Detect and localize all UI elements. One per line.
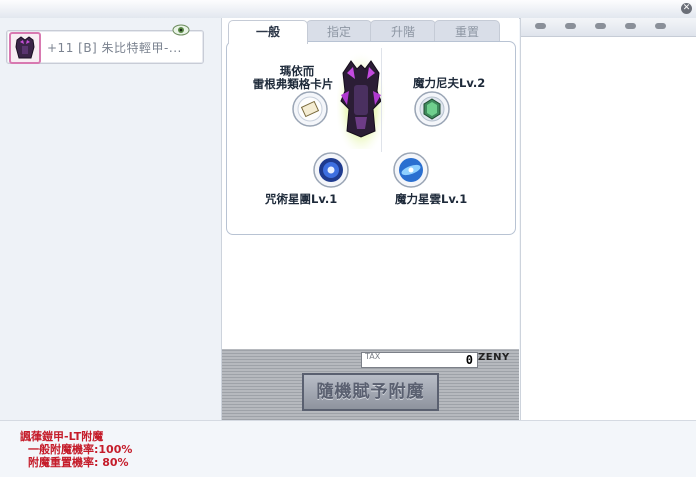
card-icon	[292, 91, 328, 127]
view-eye-icon[interactable]	[172, 22, 190, 36]
armor-divider	[381, 48, 382, 152]
slot3-orb[interactable]	[313, 152, 349, 188]
slot2-label: 魔力尼夫Lv.2	[413, 76, 486, 90]
slot3-label: 咒術星團Lv.1	[265, 192, 338, 206]
slot-indicator	[595, 23, 606, 29]
slot-indicator	[625, 23, 636, 29]
blue-nebula-orb-icon	[393, 152, 429, 188]
armor-thumbnail-icon	[9, 32, 41, 64]
green-gem-orb-icon	[414, 91, 450, 127]
random-enchant-button[interactable]: 隨機賦予附魔	[302, 373, 439, 411]
card-slot-orb[interactable]	[292, 91, 328, 127]
close-icon[interactable]: ✕	[681, 3, 692, 14]
result-panel-header	[521, 18, 696, 37]
tax-field: TAX 0	[361, 352, 478, 368]
slot2-orb[interactable]	[414, 91, 450, 127]
item-name-label: +11 [B] 朱比特輕甲-...	[47, 41, 182, 55]
selected-item-card[interactable]: +11 [B] 朱比特輕甲-...	[6, 24, 204, 64]
enchant-panel: 一般 指定 升階 重置 瑪依而 雷根弗類格卡片 魔力尼夫Lv.2 咒術星團Lv.…	[222, 18, 519, 420]
slot4-orb[interactable]	[393, 152, 429, 188]
zeny-label: ZENY	[478, 352, 510, 363]
info-reset-rate: 附魔重置機率: 80%	[28, 456, 129, 469]
card-slot-label-line2: 雷根弗類格卡片	[252, 77, 334, 91]
enchant-window: ✕ +11 [B] 朱比特輕甲-... 一般 指定 升階 重置 瑪依而 雷根弗類…	[0, 0, 696, 477]
tab-specific[interactable]: 指定	[306, 20, 372, 43]
slot-indicator	[655, 23, 666, 29]
slot-indicator	[535, 23, 546, 29]
enchant-slots-box: 瑪依而 雷根弗類格卡片 魔力尼夫Lv.2 咒術星團Lv.1 魔力星雲Lv.1	[226, 41, 516, 235]
title-bar[interactable]: ✕	[0, 0, 696, 19]
tab-reset[interactable]: 重置	[434, 20, 500, 43]
slot-indicator	[565, 23, 576, 29]
tab-upgrade[interactable]: 升階	[370, 20, 436, 43]
slot4-label: 魔力星雲Lv.1	[395, 192, 468, 206]
info-panel: 諷葎鎧甲-LT附魔 一般附魔機率:100% 附魔重置機率: 80%	[0, 420, 696, 477]
blue-star-cluster-orb-icon	[313, 152, 349, 188]
tax-label: TAX	[365, 352, 381, 361]
tab-general[interactable]: 一般	[228, 20, 308, 44]
action-area: TAX 0 ZENY 隨機賦予附魔	[222, 349, 519, 420]
result-panel	[520, 18, 696, 420]
tax-value: 0	[465, 353, 473, 367]
item-list-panel: +11 [B] 朱比特輕甲-...	[0, 18, 222, 420]
